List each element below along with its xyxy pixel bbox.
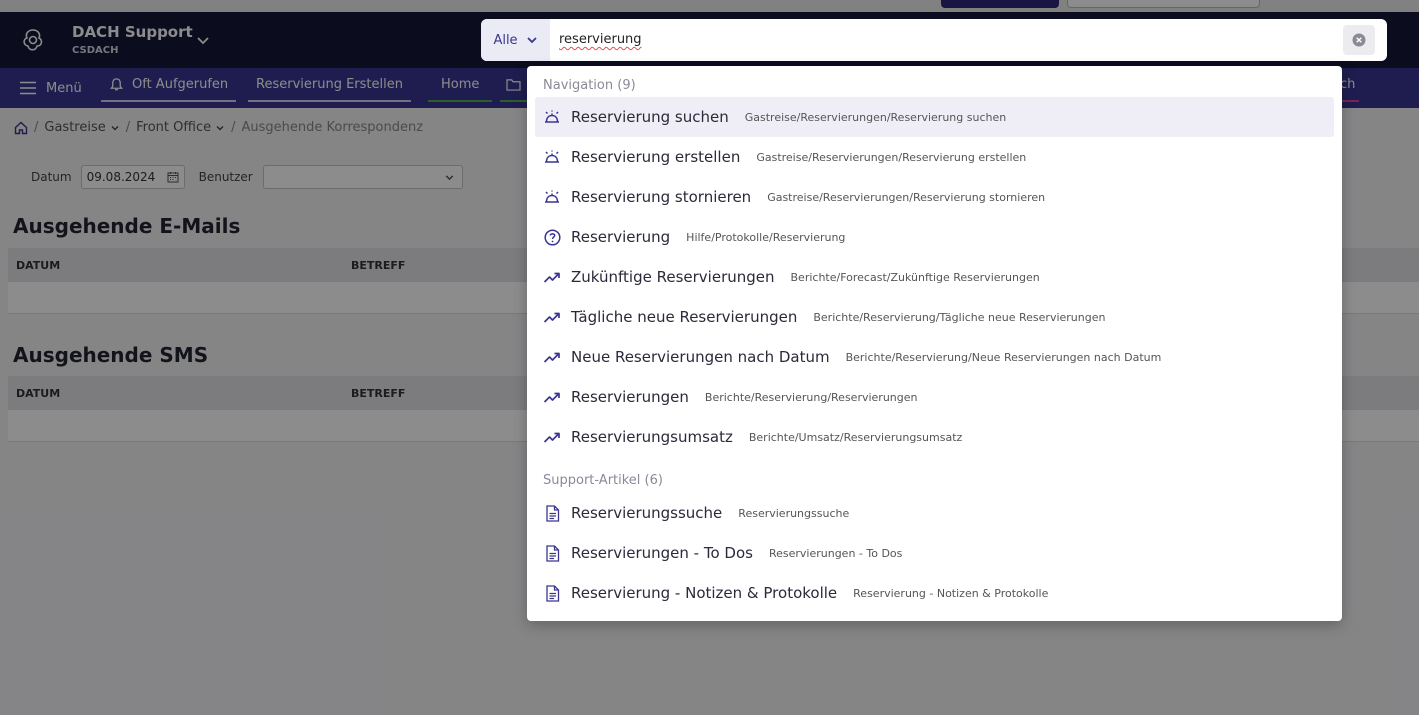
result-label: Tägliche neue Reservierungen (571, 308, 798, 326)
search-result-item[interactable]: Tägliche neue Reservierungen Berichte/Res… (535, 297, 1334, 337)
close-circle-icon (1352, 33, 1366, 47)
result-label: Reservierungen (571, 388, 689, 406)
result-path: Berichte/Reservierung/Reservierungen (704, 390, 918, 404)
result-label: Zukünftige Reservierungen (571, 268, 775, 286)
result-path: Reservierungssuche (738, 506, 850, 520)
room-service-icon (543, 188, 561, 206)
result-label: Reservierungssuche (571, 504, 723, 522)
search-results-dropdown: Navigation (9) Reservierung suchen Gastre… (527, 66, 1342, 621)
result-label: Reservierung - Notizen & Protokolle (571, 584, 838, 602)
search-result-item[interactable]: Reservierung - Notizen & Protokolle Reser… (535, 573, 1334, 613)
result-path: Berichte/Reservierung/Tägliche neue Rese… (813, 310, 1106, 324)
chevron-down-icon (526, 37, 537, 44)
trending-up-icon (543, 388, 561, 406)
support-group-title: Support-Artikel (6) (543, 473, 663, 488)
result-label: Reservierung suchen (571, 108, 729, 126)
clear-search-button[interactable] (1343, 25, 1375, 55)
result-label: Neue Reservierungen nach Datum (571, 348, 830, 366)
result-path: Berichte/Umsatz/Reservierungsumsatz (748, 430, 963, 444)
trending-up-icon (543, 428, 561, 446)
document-icon (543, 544, 561, 562)
result-label: Reservierung erstellen (571, 148, 741, 166)
result-path: Gastreise/Reservierungen/Reservierung er… (756, 150, 1027, 164)
result-path: Berichte/Reservierung/Neue Reservierunge… (845, 350, 1162, 364)
document-icon (543, 584, 561, 602)
help-circle-icon (543, 228, 561, 246)
search-result-item[interactable]: Reservierung Hilfe/Protokolle/Reservierun… (535, 217, 1334, 257)
search-result-item[interactable]: Reservierungssuche Reservierungssuche (535, 493, 1334, 533)
trending-up-icon (543, 268, 561, 286)
result-path: Gastreise/Reservierungen/Reservierung su… (744, 110, 1007, 124)
trending-up-icon (543, 308, 561, 326)
document-icon (543, 504, 561, 522)
search-result-item[interactable]: Reservierung stornieren Gastreise/Reservi… (535, 177, 1334, 217)
search-result-item[interactable]: Reservierungen - To Dos Reservierungen - … (535, 533, 1334, 573)
result-label: Reservierungsumsatz (571, 428, 733, 446)
result-label: Reservierung (571, 228, 671, 246)
search-scope-label: Alle (493, 32, 518, 48)
search-result-item[interactable]: Neue Reservierungen nach Datum Berichte/R… (535, 337, 1334, 377)
navigation-group-title: Navigation (9) (543, 78, 636, 93)
trending-up-icon (543, 348, 561, 366)
room-service-icon (543, 148, 561, 166)
search-result-item[interactable]: Reservierung suchen Gastreise/Reservierun… (535, 97, 1334, 137)
search-result-item[interactable]: Reservierungsumsatz Berichte/Umsatz/Reser… (535, 417, 1334, 457)
result-path: Reservierungen - To Dos (768, 546, 903, 560)
search-scope-select[interactable]: Alle (481, 19, 550, 61)
result-path: Berichte/Forecast/Zukünftige Reservierun… (790, 270, 1040, 284)
search-input[interactable]: reservierung (559, 32, 642, 47)
search-result-item[interactable]: Zukünftige Reservierungen Berichte/Foreca… (535, 257, 1334, 297)
result-label: Reservierungen - To Dos (571, 544, 753, 562)
room-service-icon (543, 108, 561, 126)
search-result-item[interactable]: Reservierungen Berichte/Reservierung/Rese… (535, 377, 1334, 417)
result-label: Reservierung stornieren (571, 188, 752, 206)
result-path: Reservierung - Notizen & Protokolle (853, 586, 1049, 600)
result-path: Hilfe/Protokolle/Reservierung (686, 230, 846, 244)
result-path: Gastreise/Reservierungen/Reservierung st… (767, 190, 1046, 204)
search-result-item[interactable]: Reservierung erstellen Gastreise/Reservie… (535, 137, 1334, 177)
global-search-bar: Alle reservierung (481, 19, 1387, 61)
